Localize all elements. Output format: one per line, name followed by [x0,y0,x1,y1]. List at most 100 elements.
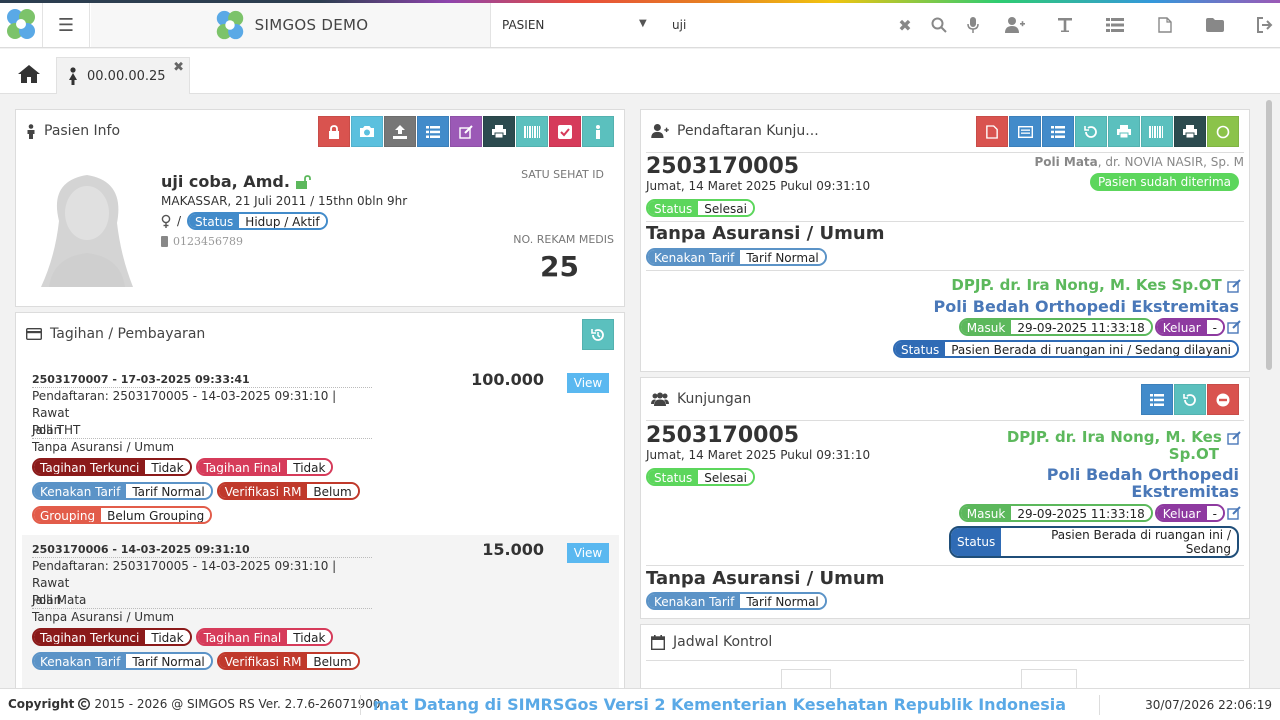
bill-item: 2503170006 - 14-03-2025 09:31:10 Pendaft… [22,535,619,688]
pdf-icon[interactable] [1140,12,1190,38]
barcode-icon[interactable] [516,116,548,147]
history-icon[interactable] [1075,116,1107,147]
bill-poli: Poli Mata [32,593,87,607]
list-icon[interactable] [1090,12,1140,38]
ruang-value-line-2: dilayani [1007,556,1231,558]
microphone-icon[interactable] [956,12,990,38]
folder-icon[interactable] [1190,12,1240,38]
poli-bedah: Poli Bedah Orthopedi Ekstremitas [1047,466,1239,500]
grouping-badge: Grouping Belum Grouping [32,506,213,524]
pendaftaran-header: Pendaftaran Kunju... [651,110,819,152]
clear-icon[interactable]: ✖ [888,12,922,38]
lock-icon[interactable] [318,116,350,147]
pendaftaran-date: Jumat, 14 Maret 2025 Pukul 09:31:10 [646,179,871,193]
badge-value: Tidak [287,630,332,644]
edit-icon[interactable] [450,116,482,147]
date-input[interactable] [781,669,831,688]
masuk-keluar-row: Masuk 29-09-2025 11:33:18 Keluar - [958,318,1241,336]
check-square-icon[interactable] [549,116,581,147]
divider [646,152,1244,153]
badge-label: Kenakan Tarif [34,484,127,498]
card-list-icon[interactable] [1009,116,1041,147]
scrollbar-thumb[interactable] [1266,100,1272,370]
masuk-keluar-row: Masuk 29-09-2025 11:33:18 Keluar - [958,504,1241,522]
jadwal-header: Jadwal Kontrol [651,625,772,659]
pdf-icon[interactable] [976,116,1008,147]
circle-icon[interactable] [1207,116,1239,147]
unlock-icon[interactable] [295,174,312,189]
badge-value: Tidak [145,460,190,474]
print-icon[interactable] [1174,116,1206,147]
app-logo-icon[interactable] [4,6,38,42]
search-icon[interactable] [922,12,956,38]
print-icon[interactable] [1108,116,1140,147]
badge-value: Belum Grouping [101,508,211,522]
list-icon[interactable] [417,116,449,147]
bill-amount: 15.000 [482,540,544,559]
time-input[interactable] [1021,669,1077,688]
edit-icon[interactable] [1227,430,1241,445]
history-icon[interactable] [582,319,614,350]
pendaftaran-number: 2503170005 [646,154,800,179]
divider [646,660,1244,661]
top-bar: ☰ SIMGOS DEMO PASIEN ▼ uji ✖ [0,0,1280,48]
kunjungan-header: Kunjungan [651,378,751,420]
bill-badges-row-1: Tagihan Terkunci Tidak Tagihan Final Tid… [32,628,334,646]
logout-icon[interactable] [1240,12,1280,38]
ruang-value: Pasien Berada di ruangan ini / Sedang di… [945,342,1237,356]
search-type-select[interactable]: PASIEN [502,18,544,32]
text-icon[interactable] [1040,12,1090,38]
upload-icon[interactable] [384,116,416,147]
edit-icon[interactable] [1227,278,1241,293]
badge-value: Tarif Normal [740,250,825,264]
patient-birth: MAKASSAR, 21 Juli 2011 / 15thn 0bln 9hr [161,194,408,208]
copyright: Copyright 2015 - 2026 @ SIMGOS RS Ver. 2… [8,697,381,711]
pendaftaran-status: Status Selesai [646,199,755,217]
patient-phone-text: 0123456789 [173,235,243,248]
patient-name: uji coba, Amd. [161,172,312,191]
camera-icon[interactable] [351,116,383,147]
clock: 30/07/2026 22:06:19 [1145,698,1272,712]
status-value: Hidup / Aktif [239,214,326,228]
poli-name: Poli Mata [1034,155,1098,169]
ruang-status-row: Status Pasien Berada di ruangan ini / Se… [892,340,1239,358]
masuk-value: 29-09-2025 11:33:18 [1011,506,1151,520]
pasien-info-actions [318,116,614,147]
tagihan-terkunci-badge: Tagihan Terkunci Tidak [32,458,192,476]
brand-logo-icon [216,10,243,40]
badge-label: Verifikasi RM [218,654,308,668]
add-user-icon[interactable] [990,12,1040,38]
print-icon[interactable] [483,116,515,147]
badge-value: Tidak [145,630,190,644]
brand-name: SIMGOS DEMO [254,16,369,34]
status-label: Status [648,201,699,215]
edit-icon[interactable] [1227,320,1241,334]
barcode-icon[interactable] [1141,116,1173,147]
tab-patient[interactable]: 00.00.00.25 ✖ [56,57,190,94]
history-icon[interactable] [1174,384,1206,415]
close-tab-icon[interactable]: ✖ [173,60,184,75]
home-icon[interactable] [14,61,44,87]
ruang-status-box: Status Pasien Berada di ruangan ini / Se… [949,526,1239,558]
users-icon [651,392,669,406]
list-icon[interactable] [1042,116,1074,147]
search-input[interactable]: uji [672,18,686,32]
credit-card-icon [26,328,42,340]
list-icon[interactable] [1141,384,1173,415]
diterima-pill: Pasien sudah diterima [1089,173,1239,191]
page-scrollbar[interactable] [1262,94,1276,688]
edit-icon[interactable] [1227,506,1241,520]
badge-value: Tidak [287,460,332,474]
badge-value: Belum [307,654,358,668]
hamburger-menu-icon[interactable]: ☰ [42,3,90,47]
tagihan-title: Tagihan / Pembayaran [50,326,206,342]
copyright-text: 2015 - 2026 @ SIMGOS RS Ver. 2.7.6-26071… [94,697,381,711]
info-icon[interactable] [582,116,614,147]
badge-label: Kenakan Tarif [648,594,741,608]
patient-name-text: uji coba, Amd. [161,172,290,191]
caret-down-icon[interactable]: ▼ [639,18,647,29]
minus-circle-icon[interactable] [1207,384,1239,415]
view-button[interactable]: View [567,373,609,393]
view-button[interactable]: View [567,543,609,563]
badge-label: Tagihan Final [197,460,288,474]
